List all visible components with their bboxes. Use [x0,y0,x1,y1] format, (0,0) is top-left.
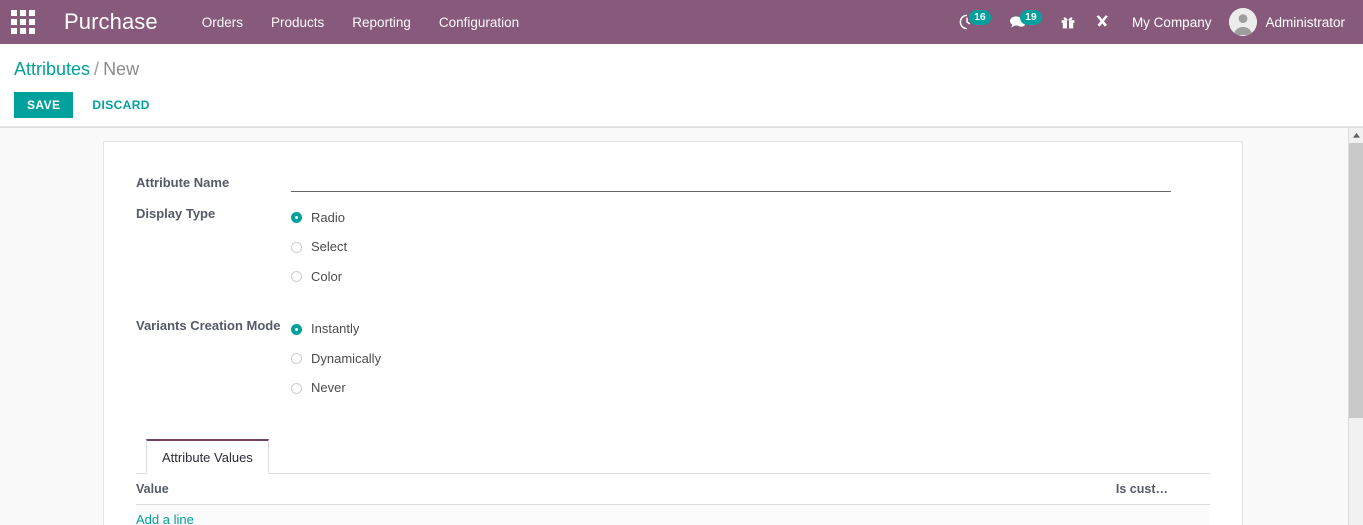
user-avatar-icon [1229,8,1258,36]
form-sheet: Attribute Name Display Type Radio Select… [103,141,1243,525]
variants-mode-option-instantly-label: Instantly [311,321,360,337]
attribute-values-list: Value Is cust… Add a line [136,474,1210,525]
menu-item-reporting[interactable]: Reporting [352,15,411,30]
app-brand-title[interactable]: Purchase [64,9,158,35]
form-content-area: Attribute Name Display Type Radio Select… [0,128,1348,525]
column-header-value[interactable]: Value [136,474,673,505]
column-header-is-custom[interactable]: Is cust… [673,474,1210,505]
breadcrumb-current-record: New [103,59,140,79]
display-type-radio-group: Radio Select Color [291,203,1210,292]
radio-indicator-selected[interactable] [291,212,302,224]
add-a-line-link[interactable]: Add a line [136,512,194,525]
display-type-option-color-label: Color [311,268,343,284]
variants-mode-option-dynamically-label: Dynamically [311,350,382,366]
user-menu[interactable]: Administrator [1223,8,1353,36]
menu-item-orders[interactable]: Orders [202,15,243,30]
breadcrumb-parent-attributes[interactable]: Attributes [14,59,90,79]
tools-icon [1096,15,1108,27]
table-row-add-line[interactable]: Add a line [136,504,1210,525]
attribute-name-input[interactable] [291,172,1171,192]
form-action-buttons: SAVE DISCARD [14,92,163,118]
save-button[interactable]: SAVE [14,92,74,118]
add-line-cell: Add a line [136,504,1210,525]
radio-indicator[interactable] [291,382,302,394]
activity-counter-badge: 16 [968,9,991,25]
radio-indicator[interactable] [291,353,302,365]
main-menu: Orders Products Reporting Configuration [202,15,519,30]
radio-indicator[interactable] [291,271,302,283]
scrollbar-thumb[interactable] [1349,143,1363,418]
menu-item-configuration[interactable]: Configuration [439,15,519,30]
variants-creation-mode-label: Variants Creation Mode [136,317,281,333]
messaging-counter-badge: 19 [1019,9,1042,25]
control-panel: Attributes / New [0,44,1363,127]
display-type-option-select[interactable]: Select [291,233,1210,263]
display-type-option-select-label: Select [311,239,348,255]
discard-button[interactable]: DISCARD [79,92,162,118]
variants-mode-option-dynamically[interactable]: Dynamically [291,344,1210,374]
form-group-gap [136,292,1210,315]
display-type-label: Display Type [136,206,216,221]
variants-mode-option-never[interactable]: Never [291,374,1210,404]
radio-indicator-selected[interactable] [291,323,302,335]
variants-creation-mode-radio-group: Instantly Dynamically Never [291,315,1210,404]
tab-attribute-values[interactable]: Attribute Values [146,439,269,474]
display-type-option-color[interactable]: Color [291,262,1210,292]
field-row-attribute-name: Attribute Name [136,172,1210,193]
attribute-values-table: Value Is cust… Add a line [136,474,1210,525]
display-type-option-radio-label: Radio [311,209,345,225]
user-name-label: Administrator [1265,14,1345,30]
field-row-display-type: Display Type Radio Select Color [136,203,1210,292]
breadcrumb-separator: / [94,59,100,79]
table-header-row: Value Is cust… [136,474,1210,505]
chevron-up-icon [1353,133,1360,138]
field-row-variants-creation-mode: Variants Creation Mode Instantly Dynamic… [136,315,1210,404]
top-navbar: Purchase Orders Products Reporting Confi… [0,0,1363,44]
radio-indicator[interactable] [291,241,302,253]
display-type-option-radio[interactable]: Radio [291,203,1210,233]
breadcrumb: Attributes / New [14,58,139,80]
notebook: Attribute Values Value Is cust… Add a li… [136,439,1210,525]
messaging-menu-button[interactable]: 19 [1000,0,1051,44]
apps-grid-icon [11,10,35,34]
activity-menu-button[interactable]: 16 [950,0,1000,44]
systray: 16 19 My Company Administrator [950,0,1363,44]
variants-mode-option-never-label: Never [311,380,346,396]
apps-menu-button[interactable] [0,0,46,44]
debug-tools-button[interactable] [1085,0,1120,44]
gift-icon [1061,17,1075,29]
variants-mode-option-instantly[interactable]: Instantly [291,315,1210,345]
company-switcher[interactable]: My Company [1120,15,1224,30]
gift-menu-button[interactable] [1051,0,1085,44]
vertical-scrollbar[interactable] [1348,128,1363,525]
menu-item-products[interactable]: Products [271,15,324,30]
attribute-name-label: Attribute Name [136,175,230,190]
notebook-tab-list: Attribute Values [136,439,1210,474]
scroll-up-button[interactable] [1349,128,1363,143]
